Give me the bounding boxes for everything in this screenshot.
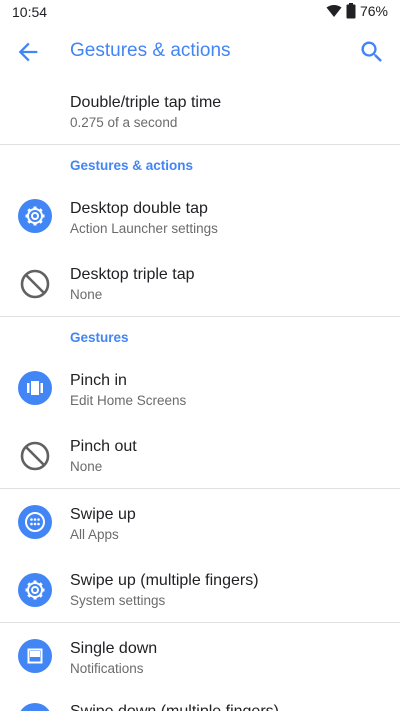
list-item-swipe-up[interactable]: Swipe up All Apps [0,489,400,555]
divider [0,316,400,317]
item-title: Desktop triple tap [70,266,195,283]
notifications-icon [18,639,52,673]
home-screens-icon [18,371,52,405]
item-subtitle: 0.275 of a second [70,115,178,130]
section-header-gestures: Gestures [70,330,129,345]
list-item-tap-time[interactable]: Double/triple tap time 0.275 of a second [0,80,400,144]
item-subtitle: Edit Home Screens [70,393,187,408]
item-title: Swipe down (multiple fingers) [70,703,279,711]
gear-icon [18,199,52,233]
back-arrow-icon[interactable] [14,38,42,66]
item-title: Swipe up (multiple fingers) [70,572,259,589]
battery-percent: 76% [359,3,388,19]
item-subtitle: None [70,287,103,302]
list-item-desktop-double-tap[interactable]: Desktop double tap Action Launcher setti… [0,183,400,249]
gear-icon [18,573,52,607]
item-subtitle: Action Launcher settings [70,221,218,236]
none-icon [20,441,50,471]
list-item-desktop-triple-tap[interactable]: Desktop triple tap None [0,249,400,315]
wifi-icon [326,5,342,17]
item-subtitle: None [70,459,103,474]
battery-icon [346,3,356,19]
item-title: Swipe up [70,506,136,523]
item-title: Desktop double tap [70,200,208,217]
search-icon[interactable] [358,38,386,66]
page-title: Gestures & actions [70,40,231,61]
item-title: Double/triple tap time [70,94,222,111]
app-icon [20,703,50,711]
list-item-pinch-out[interactable]: Pinch out None [0,421,400,487]
app-bar: Gestures & actions [0,24,400,80]
status-icons: 76% [326,3,388,19]
none-icon [20,269,50,299]
list-item-swipe-down-multiple[interactable]: Swipe down (multiple fingers) [0,689,400,711]
all-apps-icon [18,505,52,539]
list-item-swipe-up-multiple[interactable]: Swipe up (multiple fingers) System setti… [0,555,400,621]
item-title: Single down [70,640,158,657]
item-title: Pinch in [70,372,127,389]
item-subtitle: Notifications [70,661,144,676]
item-title: Pinch out [70,438,137,455]
item-subtitle: All Apps [70,527,119,542]
list-item-single-down[interactable]: Single down Notifications [0,623,400,689]
status-bar: 10:54 76% [0,0,400,24]
list-item-pinch-in[interactable]: Pinch in Edit Home Screens [0,355,400,421]
item-subtitle: System settings [70,593,166,608]
status-time: 10:54 [12,4,48,20]
section-header-gestures-actions: Gestures & actions [70,158,194,173]
divider [0,144,400,145]
